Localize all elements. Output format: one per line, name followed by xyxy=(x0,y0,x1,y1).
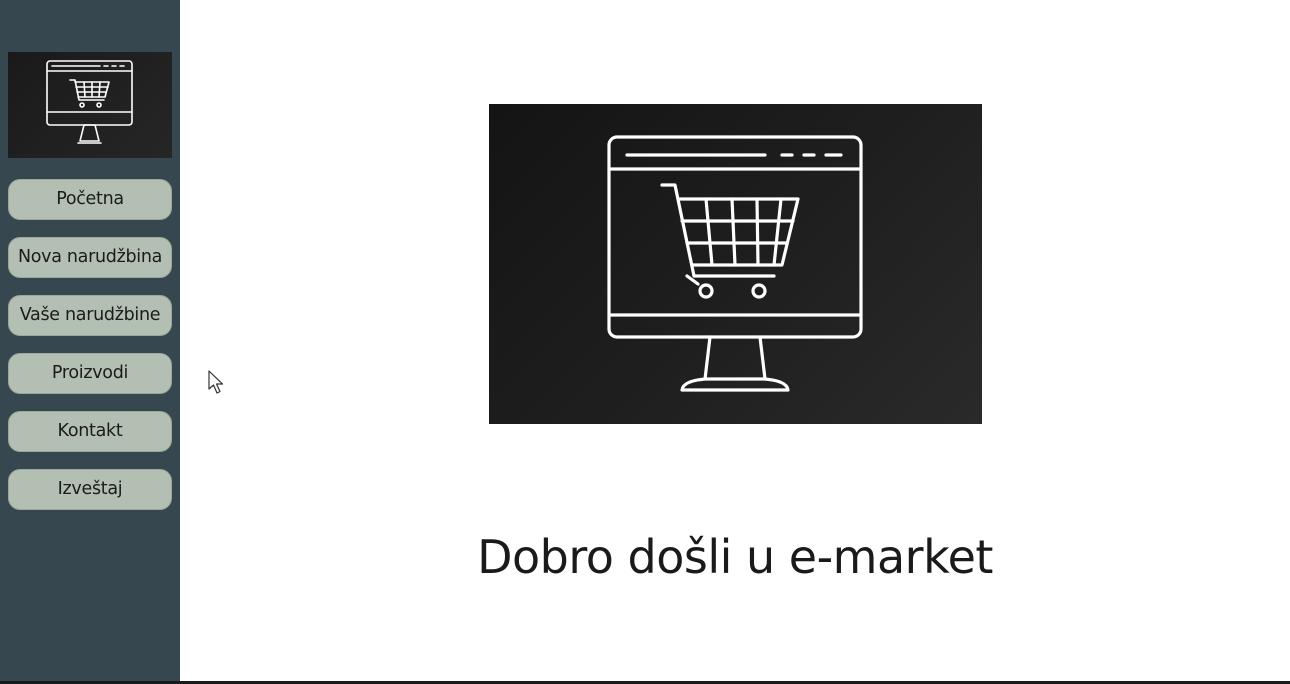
nav-button-vase-narudzbine[interactable]: Vaše narudžbine xyxy=(8,295,172,336)
mouse-cursor-icon xyxy=(208,370,224,394)
shopping-cart-monitor-icon xyxy=(607,135,863,392)
main-content: Dobro došli u e-market xyxy=(180,0,1290,684)
sidebar-logo xyxy=(8,52,172,158)
sidebar-nav: Početna Nova narudžbina Vaše narudžbine … xyxy=(8,179,172,527)
nav-button-kontakt[interactable]: Kontakt xyxy=(8,411,172,452)
nav-button-nova-narudzbina[interactable]: Nova narudžbina xyxy=(8,237,172,278)
nav-button-izvestaj[interactable]: Izveštaj xyxy=(8,469,172,510)
welcome-heading: Dobro došli u e-market xyxy=(477,530,993,584)
app-window: Početna Nova narudžbina Vaše narudžbine … xyxy=(0,0,1290,684)
hero-image xyxy=(489,104,982,424)
nav-button-proizvodi[interactable]: Proizvodi xyxy=(8,353,172,394)
nav-button-pocetna[interactable]: Početna xyxy=(8,179,172,220)
sidebar: Početna Nova narudžbina Vaše narudžbine … xyxy=(0,0,180,684)
shopping-cart-monitor-icon xyxy=(46,60,133,144)
